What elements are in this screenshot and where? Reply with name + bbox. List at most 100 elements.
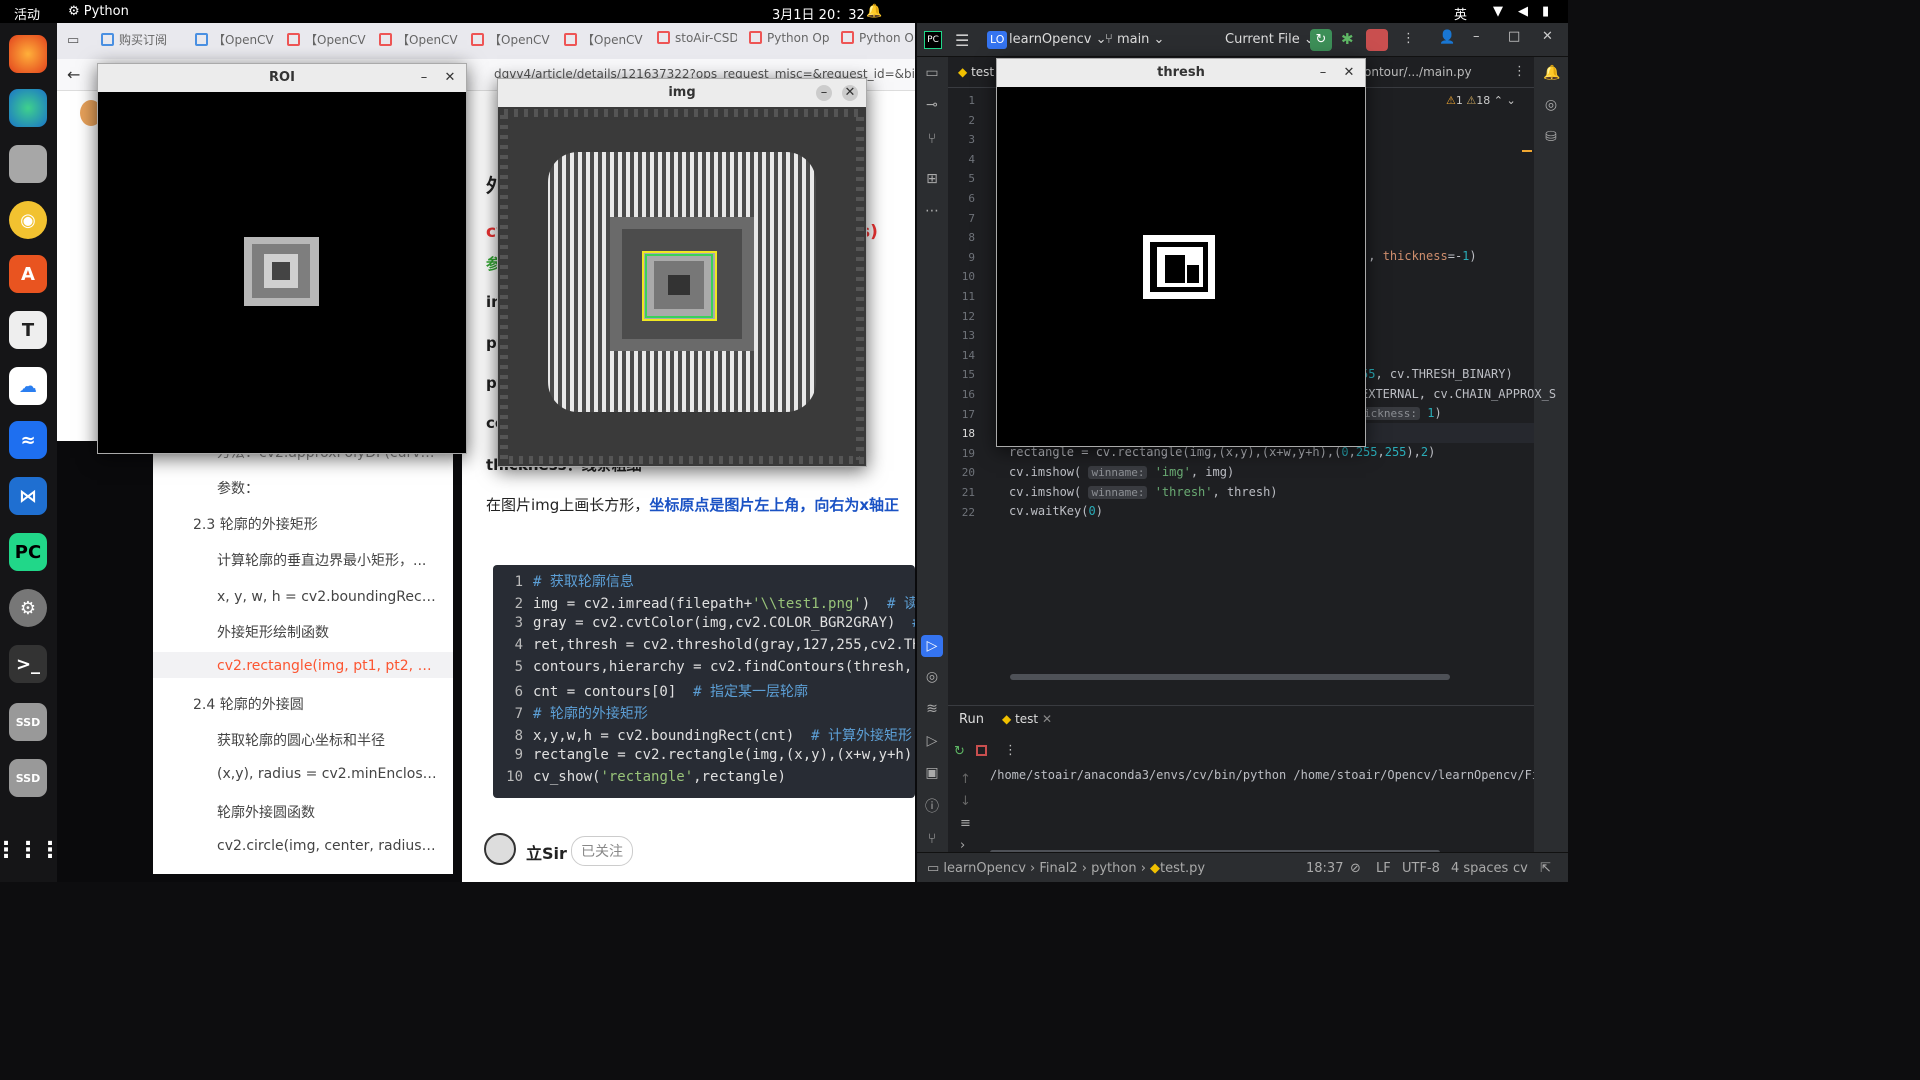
console-output[interactable]: /home/stoair/anaconda3/envs/cv/bin/pytho…: [990, 768, 1534, 782]
back-arrow-icon[interactable]: ←: [67, 65, 80, 84]
line-separator[interactable]: LF: [1376, 861, 1391, 876]
code-line-19[interactable]: rectangle = cv.rectangle(img,(x,y),(x+w,…: [1009, 445, 1435, 459]
img-window-titlebar[interactable]: img – ✕: [498, 79, 866, 107]
code-line[interactable]: 5 contours,hierarchy = cv2.findContours(t…: [493, 659, 913, 681]
code-line-9[interactable]: ), thickness=-1): [1361, 249, 1477, 263]
code-line[interactable]: 4 ret,thresh = cv2.threshold(gray,127,255…: [493, 637, 915, 659]
line-number[interactable]: 7: [968, 212, 975, 225]
file-encoding[interactable]: UTF-8: [1402, 861, 1440, 876]
thresh-window-titlebar[interactable]: thresh – ✕: [997, 59, 1365, 87]
code-line-20[interactable]: cv.imshow( winname: 'img', img): [1009, 465, 1234, 479]
code-line[interactable]: 1 # 获取轮廓信息: [493, 571, 634, 593]
main-menu-icon[interactable]: ☰: [955, 31, 969, 50]
files-icon[interactable]: [9, 145, 47, 183]
minimize-icon[interactable]: –: [1315, 65, 1331, 81]
app-center-icon[interactable]: A: [9, 255, 47, 293]
no-ai-icon[interactable]: ⊘: [1350, 861, 1361, 876]
browser-tab[interactable]: Python Op: [841, 31, 915, 51]
author-name[interactable]: 立Sir: [526, 840, 567, 864]
app-menu[interactable]: ⚙ Python: [68, 4, 129, 19]
scroll-up-icon[interactable]: ↑: [960, 772, 971, 787]
database-icon[interactable]: ⛁: [1543, 129, 1559, 145]
line-number[interactable]: 10: [962, 270, 975, 283]
roi-window-titlebar[interactable]: ROI – ✕: [98, 64, 466, 92]
ssd-drive-icon-2[interactable]: SSD: [9, 759, 47, 797]
interpreter[interactable]: cv: [1513, 861, 1528, 876]
branch-selector[interactable]: ⑂ main ⌄: [1105, 32, 1164, 47]
browser-tab[interactable]: 购买订阅: [101, 31, 181, 51]
battery-icon[interactable]: ▮: [1542, 4, 1549, 19]
toc-item[interactable]: 轮廓外接圆函数: [217, 802, 437, 822]
rhythmbox-icon[interactable]: ◉: [9, 201, 47, 239]
input-method[interactable]: 英: [1454, 4, 1467, 23]
code-line[interactable]: 3 gray = cv2.cvtColor(img,cv2.COLOR_BGR2G…: [493, 615, 915, 637]
line-number[interactable]: 1: [968, 94, 975, 107]
code-line[interactable]: 9 rectangle = cv2.rectangle(img,(x,y),(x+…: [493, 747, 913, 769]
lock-icon[interactable]: ⇱: [1540, 861, 1551, 876]
editor-tab[interactable]: ◆ test: [958, 65, 994, 79]
line-number[interactable]: 13: [962, 329, 975, 342]
code-line[interactable]: 7 # 轮廓的外接矩形: [493, 703, 648, 725]
settings-icon[interactable]: ⚙: [9, 589, 47, 627]
line-number[interactable]: 18: [962, 427, 975, 440]
code-line-15[interactable]: 55, cv.THRESH_BINARY): [1361, 367, 1513, 381]
browser-tab[interactable]: stoAir-CSD: [657, 31, 737, 51]
terminal-icon[interactable]: >_: [9, 645, 47, 683]
toc-item[interactable]: 获取轮廓的圆心坐标和半径: [217, 730, 437, 750]
code-line-16[interactable]: EXTERNAL, cv.CHAIN_APPROX_S: [1361, 387, 1556, 401]
toc-item[interactable]: 外接矩形绘制函数: [217, 622, 437, 642]
line-number[interactable]: 15: [962, 368, 975, 381]
browser-tab[interactable]: Python Op: [749, 31, 829, 51]
follow-button[interactable]: 已关注: [571, 836, 633, 866]
line-number[interactable]: 19: [962, 447, 975, 460]
browser-tab[interactable]: 【OpenCV: [195, 31, 275, 51]
close-icon[interactable]: ✕: [1341, 65, 1357, 81]
edge-browser-icon[interactable]: [9, 89, 47, 127]
author-avatar[interactable]: [484, 833, 516, 865]
stop-icon[interactable]: [1366, 29, 1388, 51]
toc-item[interactable]: cv2.circle(img, center, radius, col...: [217, 838, 437, 854]
commit-icon[interactable]: ⊸: [924, 97, 940, 113]
indent-setting[interactable]: 4 spaces: [1451, 861, 1508, 876]
line-number[interactable]: 6: [968, 192, 975, 205]
code-line[interactable]: 8 x,y,w,h = cv2.boundingRect(cnt) # 计算外接矩…: [493, 725, 912, 747]
pull-requests-icon[interactable]: ⑂: [924, 131, 940, 147]
line-number[interactable]: 16: [962, 388, 975, 401]
run-config-selector[interactable]: Current File ⌄: [1225, 32, 1315, 47]
line-number[interactable]: 20: [962, 466, 975, 479]
ai-assistant-icon[interactable]: ◎: [1543, 97, 1559, 113]
notification-bell-icon[interactable]: 🔔: [866, 4, 882, 19]
maximize-icon[interactable]: □: [1508, 29, 1520, 44]
status-breadcrumb[interactable]: ▭ learnOpencv › Final2 › python › ◆test.…: [927, 861, 1205, 876]
code-line[interactable]: 2 img = cv2.imread(filepath+'\\test1.png'…: [493, 593, 915, 615]
git-icon[interactable]: ⑂: [924, 831, 940, 847]
line-number[interactable]: 8: [968, 231, 975, 244]
browser-tab[interactable]: 【OpenCV: [471, 31, 551, 51]
toc-item-active[interactable]: cv2.rectangle(img, pt1, pt2, color...: [217, 658, 437, 674]
rerun-icon[interactable]: ↻: [1310, 29, 1332, 51]
more-icon[interactable]: ⋮: [1402, 31, 1415, 46]
line-number[interactable]: 11: [962, 290, 975, 303]
line-number[interactable]: 14: [962, 349, 975, 362]
tab-overview-icon[interactable]: ▭: [67, 33, 79, 48]
ssd-drive-icon[interactable]: SSD: [9, 703, 47, 741]
line-number[interactable]: 5: [968, 172, 975, 185]
vscode-icon[interactable]: ⋈: [9, 477, 47, 515]
browser-tab[interactable]: 【OpenCV: [564, 31, 644, 51]
services-icon[interactable]: ▷: [924, 733, 940, 749]
toc-item[interactable]: 2.3 轮廓的外接矩形: [193, 514, 443, 534]
code-line[interactable]: 10 cv_show('rectangle',rectangle): [493, 769, 786, 791]
line-number[interactable]: 9: [968, 251, 975, 264]
close-icon[interactable]: ✕: [842, 85, 858, 101]
add-user-icon[interactable]: 👤: [1439, 30, 1455, 45]
structure-icon[interactable]: ⊞: [924, 171, 940, 187]
minimize-icon[interactable]: –: [416, 70, 432, 86]
expand-icon[interactable]: ›: [960, 838, 965, 853]
close-icon[interactable]: ✕: [1542, 29, 1553, 44]
code-line[interactable]: 6 cnt = contours[0] # 指定某一层轮廓: [493, 681, 808, 703]
minimize-icon[interactable]: –: [816, 85, 832, 101]
packages-icon[interactable]: ≋: [924, 701, 940, 717]
debug-icon[interactable]: ✱: [1341, 30, 1354, 48]
browser-tab[interactable]: 【OpenCV: [287, 31, 367, 51]
more-icon[interactable]: ⋮: [1004, 743, 1017, 758]
